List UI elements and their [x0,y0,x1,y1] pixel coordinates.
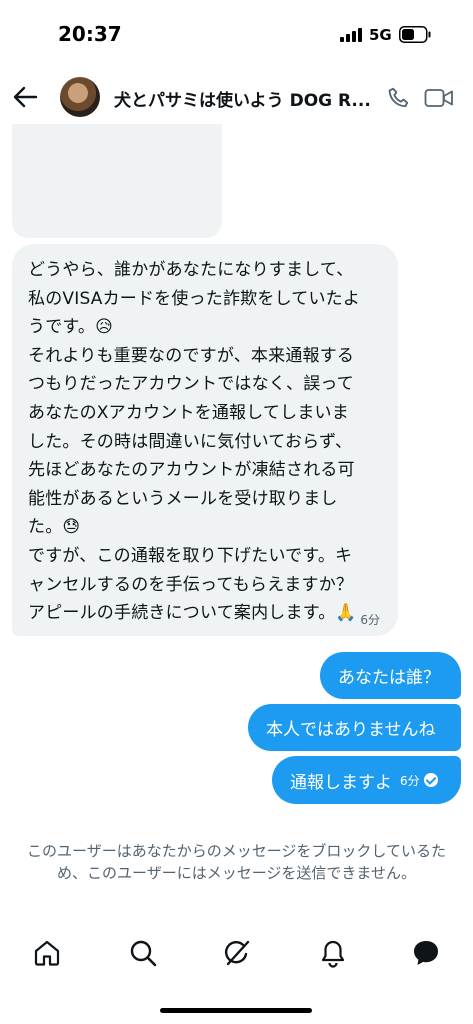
message-timestamp: 6分 [360,613,380,627]
avatar[interactable] [60,77,100,117]
messages-icon[interactable] [411,938,441,968]
message-timestamp: 6分 [400,773,420,788]
battery-icon [399,26,431,43]
home-indicator [160,1008,312,1013]
sent-message[interactable]: あなたは誰？ [320,652,461,699]
conversation-header: 犬とパサミは使いよう DOG R... [0,66,473,128]
sent-message-text: 本人ではありませんね [266,720,436,740]
blocked-notice: このユーザーはあなたからのメッセージをブロックしているため、このユーザーにはメッ… [27,842,446,882]
received-message-text: どうやら、誰かがあなたになりすまして、 私のVISAカードを使った詐欺をしていた… [28,260,361,624]
status-time: 20:37 [58,22,122,46]
sent-message[interactable]: 本人ではありませんね [248,704,461,751]
bottom-nav [0,928,473,978]
sent-message[interactable]: 通報しますよ 6分 [272,756,461,804]
received-message[interactable]: どうやら、誰かがあなたになりすまして、 私のVISAカードを使った詐欺をしていた… [12,244,398,636]
read-check-icon [423,773,438,787]
home-icon[interactable] [32,938,62,968]
back-arrow-icon[interactable] [12,84,38,110]
sent-message-text: 通報しますよ [290,772,392,793]
notifications-icon[interactable] [318,938,348,968]
search-icon[interactable] [128,938,158,968]
status-bar: 20:37 5G [0,0,473,62]
grok-icon[interactable] [222,938,252,968]
sent-message-text: あなたは誰？ [338,668,440,688]
image-attachment[interactable] [12,124,222,238]
conversation-title[interactable]: 犬とパサミは使いよう DOG R... [114,86,382,111]
video-icon[interactable] [424,86,454,110]
phone-icon[interactable] [386,86,412,112]
signal-icon [340,28,362,42]
message-meta: 6分 [400,772,438,789]
network-label: 5G [369,26,392,44]
